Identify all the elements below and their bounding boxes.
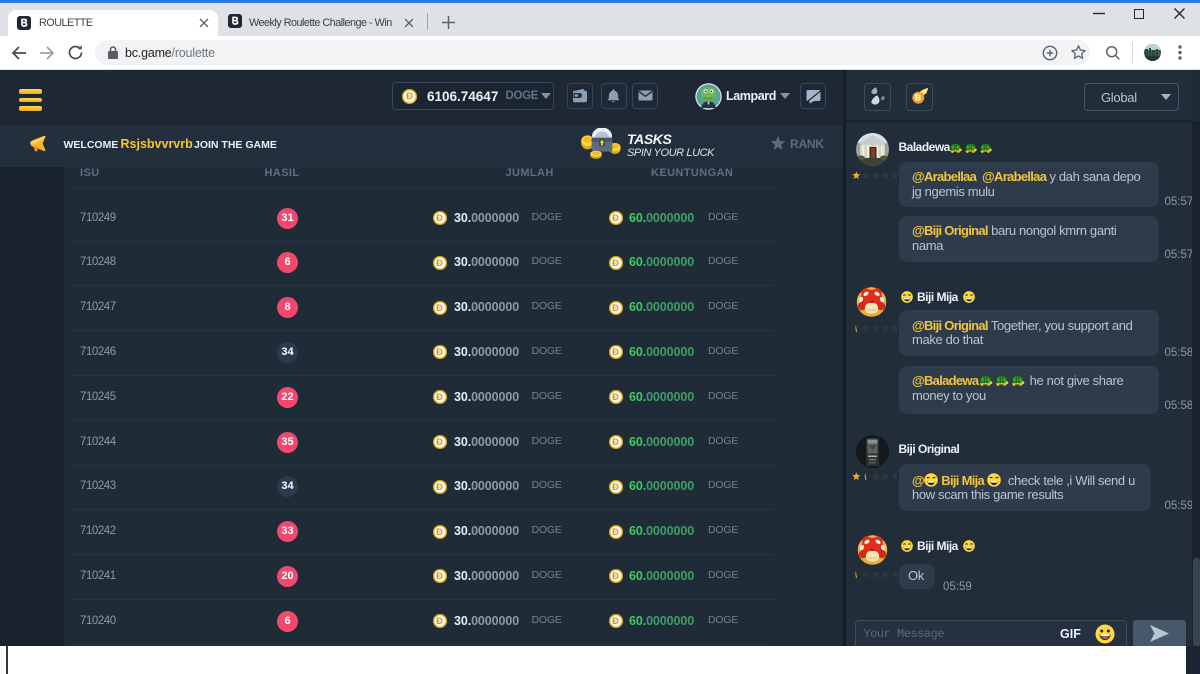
svg-text:B: B xyxy=(915,93,921,103)
